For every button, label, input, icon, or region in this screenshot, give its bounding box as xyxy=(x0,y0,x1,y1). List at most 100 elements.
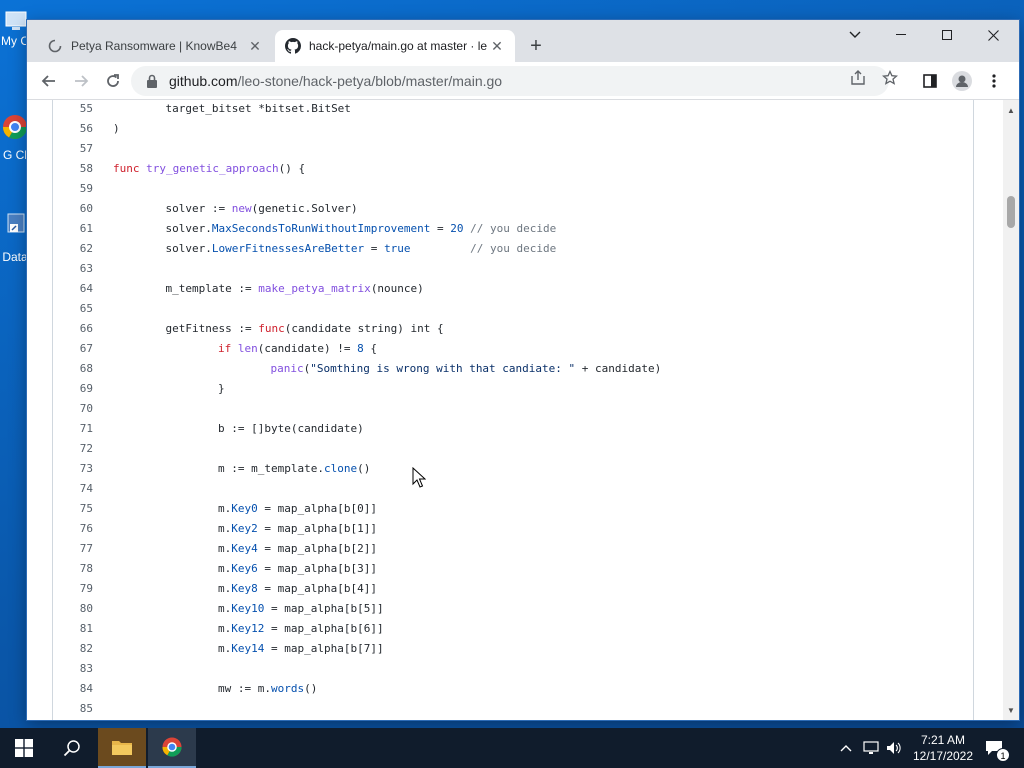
line-number[interactable]: 57 xyxy=(53,139,93,159)
side-panel-icon[interactable] xyxy=(916,67,944,95)
code-token: func xyxy=(258,322,285,335)
line-number[interactable]: 64 xyxy=(53,279,93,299)
tab-close-icon[interactable]: ✕ xyxy=(247,38,263,54)
line-number[interactable]: 68 xyxy=(53,359,93,379)
line-number[interactable]: 66 xyxy=(53,319,93,339)
reload-button[interactable] xyxy=(99,67,127,95)
network-icon[interactable] xyxy=(860,728,882,768)
code-token: solver := xyxy=(165,202,232,215)
desktop-icon-my-computer[interactable]: My C xyxy=(0,10,30,48)
code-line: 59 xyxy=(53,179,973,199)
line-number[interactable]: 81 xyxy=(53,619,93,639)
code-token: m. xyxy=(218,522,232,535)
taskbar-chrome[interactable] xyxy=(148,728,196,768)
code-token: words xyxy=(270,682,305,695)
forward-button[interactable] xyxy=(67,67,95,95)
code-line: 57 xyxy=(53,139,973,159)
code-token: len xyxy=(237,342,258,355)
lock-icon[interactable] xyxy=(145,74,159,88)
line-number[interactable]: 83 xyxy=(53,659,93,679)
line-number[interactable]: 60 xyxy=(53,199,93,219)
more-menu-icon[interactable] xyxy=(980,67,1008,95)
minimize-button[interactable] xyxy=(878,20,924,50)
tab-search-icon[interactable] xyxy=(832,20,878,50)
line-number[interactable]: 77 xyxy=(53,539,93,559)
code-view: 55 target_bitset *bitset.BitSet 56) 57 58 fun… xyxy=(52,100,974,720)
code-token: MaxSecondsToRunWithoutImprovement xyxy=(211,222,431,235)
scroll-thumb[interactable] xyxy=(1007,196,1015,228)
scroll-up-arrow-icon[interactable]: ▲ xyxy=(1003,102,1019,118)
mouse-cursor-icon xyxy=(412,467,426,488)
back-button[interactable] xyxy=(35,67,63,95)
line-number[interactable]: 61 xyxy=(53,219,93,239)
line-number[interactable]: 56 xyxy=(53,119,93,139)
page-scrollbar[interactable]: ▲ ▼ xyxy=(1003,100,1019,720)
line-number[interactable]: 74 xyxy=(53,479,93,499)
taskbar: 7:21 AM 12/17/2022 1 xyxy=(0,728,1024,768)
new-tab-button[interactable]: + xyxy=(524,34,548,58)
line-number[interactable]: 69 xyxy=(53,379,93,399)
share-icon[interactable] xyxy=(849,69,867,87)
tab-hack-petya[interactable]: hack-petya/main.go at master · le ✕ xyxy=(275,30,515,62)
address-bar[interactable]: github.com/leo-stone/hack-petya/blob/mas… xyxy=(131,66,889,96)
code-text: panic("Somthing is wrong with that candi… xyxy=(271,359,662,379)
line-number[interactable]: 73 xyxy=(53,459,93,479)
bookmark-star-icon[interactable] xyxy=(881,69,899,87)
code-token: target_bitset *bitset.BitSet xyxy=(165,102,351,115)
profile-avatar-icon[interactable] xyxy=(948,67,976,95)
line-number[interactable]: 72 xyxy=(53,439,93,459)
code-line: 79 m.Key8 = map_alpha[b[4]] xyxy=(53,579,973,599)
line-number[interactable]: 59 xyxy=(53,179,93,199)
maximize-button[interactable] xyxy=(924,20,970,50)
line-number[interactable]: 67 xyxy=(53,339,93,359)
line-number[interactable]: 85 xyxy=(53,699,93,719)
line-number[interactable]: 82 xyxy=(53,639,93,659)
line-number[interactable]: 58 xyxy=(53,159,93,179)
code-text: func try_genetic_approach() { xyxy=(113,159,305,179)
code-token: = map_alpha[b[6]] xyxy=(264,622,384,635)
line-number[interactable]: 62 xyxy=(53,239,93,259)
code-token: "Somthing is wrong with that candiate: " xyxy=(310,362,576,375)
github-icon xyxy=(285,38,301,54)
code-token: panic xyxy=(270,362,304,375)
tab-knowbe4[interactable]: Petya Ransomware | KnowBe4 ✕ xyxy=(37,30,273,62)
line-number[interactable]: 75 xyxy=(53,499,93,519)
code-token: () xyxy=(357,462,371,475)
code-text: m.Key8 = map_alpha[b[4]] xyxy=(218,579,377,599)
line-number[interactable]: 76 xyxy=(53,519,93,539)
line-number[interactable]: 70 xyxy=(53,399,93,419)
shortcut-icon xyxy=(0,212,30,234)
code-token: = map_alpha[b[3]] xyxy=(257,562,377,575)
code-line: 84 mw := m.words() xyxy=(53,679,973,699)
tab-close-icon[interactable]: ✕ xyxy=(489,38,505,54)
code-token: } xyxy=(218,382,225,395)
line-number[interactable]: 79 xyxy=(53,579,93,599)
line-number[interactable]: 78 xyxy=(53,559,93,579)
line-number[interactable]: 84 xyxy=(53,679,93,699)
show-hidden-icons-chevron-icon[interactable] xyxy=(836,728,856,768)
code-token: Key8 xyxy=(231,582,258,595)
close-window-button[interactable] xyxy=(970,20,1016,50)
action-center-button[interactable]: 1 xyxy=(982,728,1010,768)
taskbar-file-explorer[interactable] xyxy=(98,728,146,768)
code-text: solver.MaxSecondsToRunWithoutImprovement… xyxy=(166,219,557,239)
scroll-down-arrow-icon[interactable]: ▼ xyxy=(1003,702,1019,718)
line-number[interactable]: 80 xyxy=(53,599,93,619)
code-line: 85 xyxy=(53,699,973,719)
url-path: /leo-stone/hack-petya/blob/master/main.g… xyxy=(237,73,503,89)
line-number[interactable]: 71 xyxy=(53,419,93,439)
desktop-icon-google-chrome[interactable]: G Cl xyxy=(0,112,30,162)
volume-icon[interactable] xyxy=(883,728,905,768)
code-text: m.Key12 = map_alpha[b[6]] xyxy=(218,619,384,639)
search-button[interactable] xyxy=(48,728,96,768)
system-clock[interactable]: 7:21 AM 12/17/2022 xyxy=(905,732,981,764)
line-number[interactable]: 63 xyxy=(53,259,93,279)
line-number[interactable]: 65 xyxy=(53,299,93,319)
code-token: 20 xyxy=(450,222,464,235)
code-line: 73 m := m_template.clone() xyxy=(53,459,973,479)
code-token: if xyxy=(218,342,232,355)
desktop-icon-data[interactable]: Data xyxy=(0,212,30,264)
code-token: Key12 xyxy=(231,622,265,635)
start-button[interactable] xyxy=(0,728,48,768)
line-number[interactable]: 55 xyxy=(53,100,93,119)
